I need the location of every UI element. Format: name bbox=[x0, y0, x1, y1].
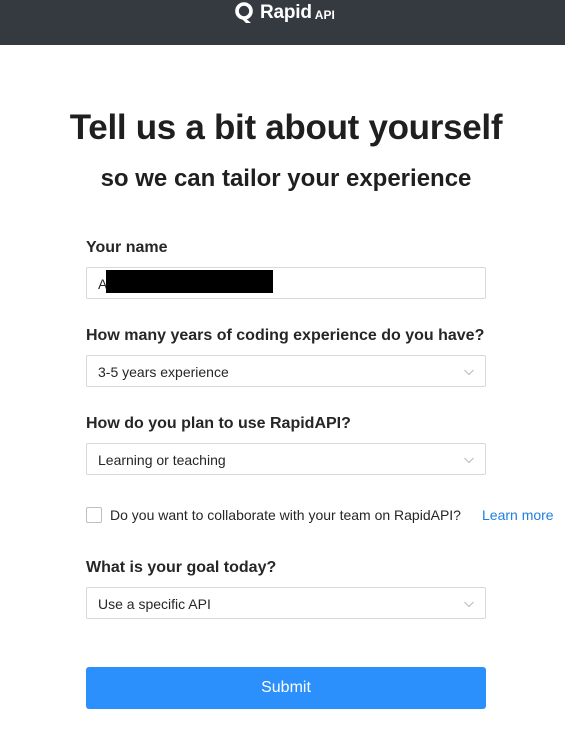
learn-more-link[interactable]: Learn more bbox=[482, 507, 554, 523]
name-label: Your name bbox=[86, 239, 168, 256]
rapidapi-logo-icon bbox=[235, 2, 253, 23]
redaction-bar bbox=[106, 270, 273, 293]
goal-select-value: Use a specific API bbox=[98, 596, 211, 612]
usage-select[interactable]: Learning or teaching bbox=[86, 443, 486, 475]
top-bar: Rapid API bbox=[0, 0, 565, 45]
page-subtitle: so we can tailor your experience bbox=[100, 165, 472, 192]
chevron-down-icon bbox=[464, 369, 474, 376]
rapidapi-logo[interactable]: Rapid API bbox=[234, 1, 335, 25]
brand-name: Rapid bbox=[260, 2, 312, 23]
collaborate-label: Do you want to collaborate with your tea… bbox=[110, 507, 461, 523]
experience-select-value: 3-5 years experience bbox=[98, 364, 229, 380]
usage-select-value: Learning or teaching bbox=[98, 452, 226, 468]
experience-select[interactable]: 3-5 years experience bbox=[86, 355, 486, 387]
brand-suffix: API bbox=[314, 7, 335, 22]
collaborate-checkbox[interactable] bbox=[86, 507, 102, 523]
goal-select[interactable]: Use a specific API bbox=[86, 587, 486, 619]
chevron-down-icon bbox=[464, 457, 474, 464]
goal-label: What is your goal today? bbox=[86, 559, 277, 576]
page-title: Tell us a bit about yourself bbox=[69, 108, 503, 147]
experience-label: How many years of coding experience do y… bbox=[86, 327, 485, 344]
submit-button[interactable]: Submit bbox=[86, 667, 486, 709]
chevron-down-icon bbox=[464, 601, 474, 608]
usage-label: How do you plan to use RapidAPI? bbox=[86, 415, 351, 432]
